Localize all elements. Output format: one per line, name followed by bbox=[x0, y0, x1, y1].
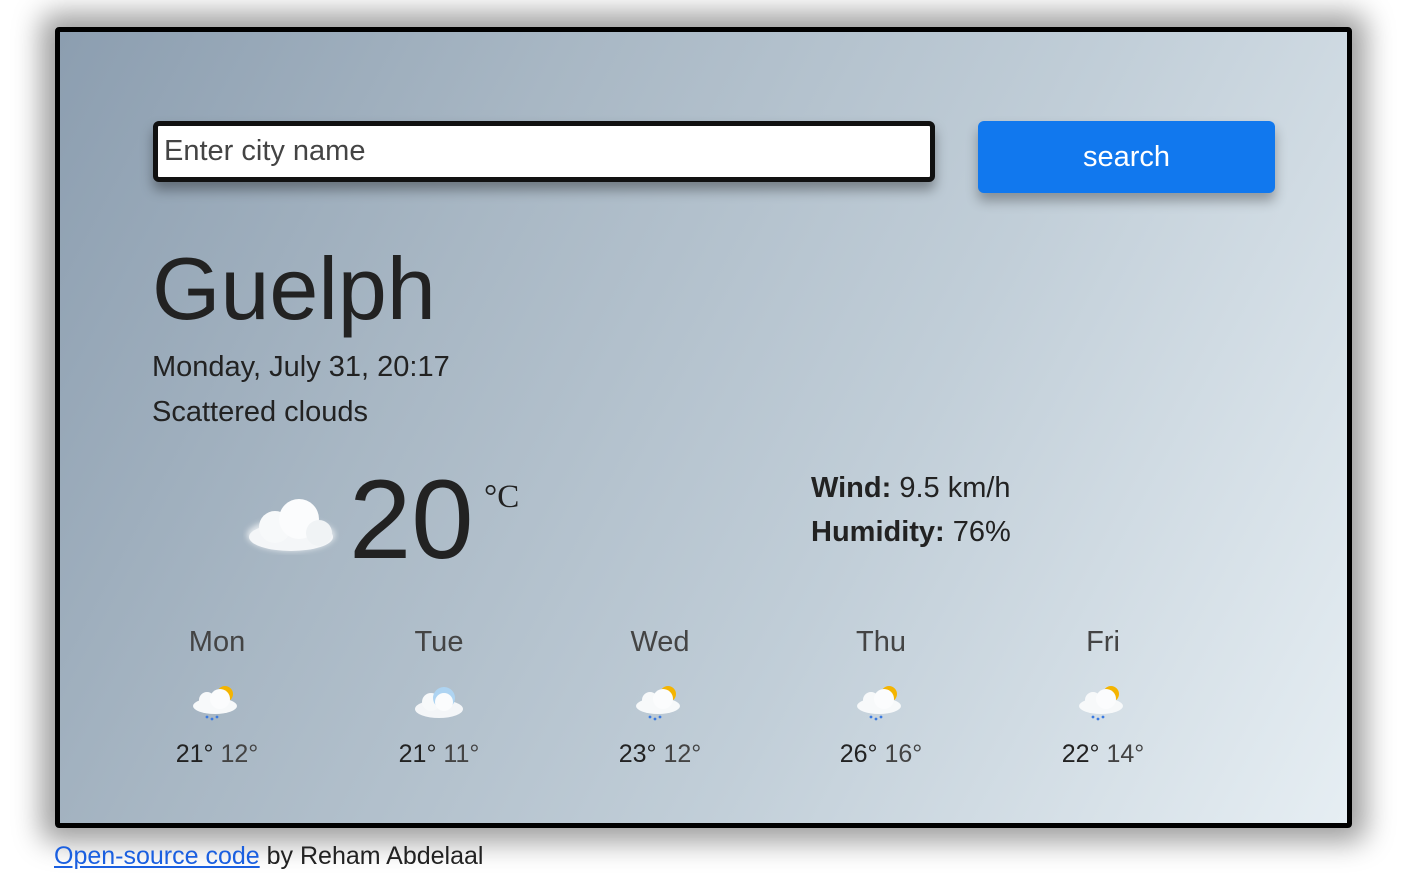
temperature-unit: °C bbox=[484, 479, 520, 515]
forecast-temps: 23° 12° bbox=[580, 740, 740, 769]
sun-cloud-rain-icon bbox=[857, 686, 901, 721]
current-temperature: 20 bbox=[349, 457, 474, 582]
forecast-high: 23° bbox=[618, 740, 657, 768]
forecast-day-name: Mon bbox=[188, 626, 246, 658]
forecast-day: Mon 21° 12° bbox=[137, 626, 297, 769]
weather-description: Scattered clouds bbox=[152, 396, 369, 428]
forecast-day-name: Tue bbox=[414, 626, 464, 658]
source-code-link[interactable]: Open-source code bbox=[54, 842, 260, 870]
forecast-day-name: Wed bbox=[630, 626, 690, 658]
cloud-icon bbox=[247, 499, 335, 551]
forecast-temps: 21° 11° bbox=[359, 740, 519, 769]
forecast-high: 26° bbox=[839, 740, 878, 768]
forecast-day: Fri 22° 14° bbox=[1023, 626, 1183, 769]
forecast-temps: 22° 14° bbox=[1023, 740, 1183, 769]
sun-cloud-rain-icon bbox=[193, 686, 237, 721]
city-name: Guelph bbox=[152, 239, 436, 338]
forecast-high: 22° bbox=[1061, 740, 1100, 768]
wind-stat: Wind: 9.5 km/h bbox=[811, 472, 1011, 505]
cloud-icon bbox=[415, 687, 463, 718]
wind-label: Wind: bbox=[811, 472, 892, 504]
sun-cloud-rain-icon bbox=[636, 686, 680, 721]
forecast-day: Thu 26° 16° bbox=[801, 626, 961, 769]
humidity-value: 76% bbox=[952, 516, 1011, 548]
humidity-label: Humidity: bbox=[811, 516, 945, 548]
weather-card: search Guelph Monday, July 31, 20:17 Sca… bbox=[55, 27, 1352, 828]
wind-value: 9.5 km/h bbox=[899, 472, 1011, 504]
forecast-low: 12° bbox=[663, 740, 702, 768]
forecast-low: 11° bbox=[443, 740, 480, 768]
forecast-day: Tue 21° 11° bbox=[359, 626, 519, 769]
forecast-high: 21° bbox=[398, 740, 437, 768]
city-search-input[interactable] bbox=[153, 121, 935, 182]
search-button[interactable]: search bbox=[978, 121, 1275, 193]
footer: Open-source code by Reham Abdelaal bbox=[54, 842, 483, 871]
forecast-low: 14° bbox=[1106, 740, 1145, 768]
sun-cloud-rain-icon bbox=[1079, 686, 1123, 721]
forecast-temps: 21° 12° bbox=[137, 740, 297, 769]
current-datetime: Monday, July 31, 20:17 bbox=[152, 351, 450, 383]
forecast-day: Wed 23° 12° bbox=[580, 626, 740, 769]
forecast-temps: 26° 16° bbox=[801, 740, 961, 769]
forecast-high: 21° bbox=[175, 740, 214, 768]
forecast-day-name: Fri bbox=[1086, 626, 1120, 658]
forecast-day-name: Thu bbox=[856, 626, 906, 658]
footer-credit: by Reham Abdelaal bbox=[259, 842, 484, 870]
humidity-stat: Humidity: 76% bbox=[811, 516, 1011, 549]
forecast-low: 16° bbox=[884, 740, 923, 768]
forecast-low: 12° bbox=[220, 740, 259, 768]
